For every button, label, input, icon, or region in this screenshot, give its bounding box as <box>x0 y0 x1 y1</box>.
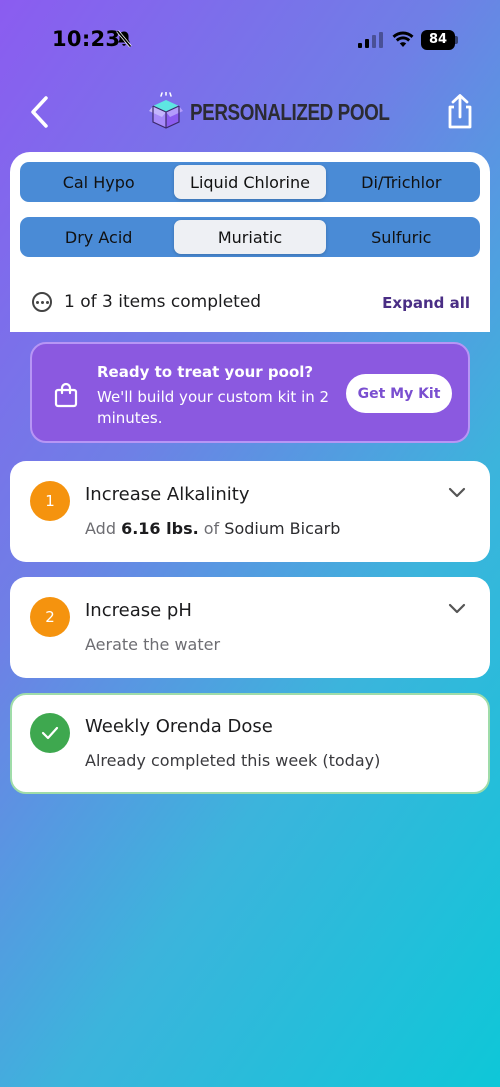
share-icon[interactable] <box>440 92 480 132</box>
chlorine-type-selector: Cal Hypo Liquid Chlorine Di/Trichlor <box>20 162 480 202</box>
tab-muriatic[interactable]: Muriatic <box>174 220 326 254</box>
bell-slash-icon <box>116 30 132 48</box>
battery-indicator: 84 <box>421 30 455 50</box>
tab-sulfuric[interactable]: Sulfuric <box>326 220 477 254</box>
promo-banner: Ready to treat your pool? We'll build yo… <box>30 342 470 443</box>
shopping-bag-icon <box>54 382 78 408</box>
brand-name: PERSONALIZED POOL <box>190 98 390 125</box>
chevron-down-icon[interactable] <box>448 603 466 615</box>
wifi-icon <box>392 31 414 47</box>
more-dots-icon <box>32 292 52 312</box>
battery-tip <box>455 36 458 44</box>
tab-cal-hypo[interactable]: Cal Hypo <box>23 165 174 199</box>
instruction-prefix: Add <box>85 519 116 538</box>
chevron-down-icon[interactable] <box>448 487 466 499</box>
treatment-options-panel: Cal Hypo Liquid Chlorine Di/Trichlor Dry… <box>10 152 490 332</box>
item-title: Weekly Orenda Dose <box>85 716 273 737</box>
expand-all-button[interactable]: Expand all <box>382 294 470 312</box>
instruction-of: of <box>203 519 220 538</box>
progress-row: 1 of 3 items completed <box>32 292 261 312</box>
product-name: Sodium Bicarb <box>224 519 341 538</box>
treatment-item-ph[interactable]: 2 Increase pH Aerate the water <box>10 577 490 678</box>
item-status: Already completed this week (today) <box>85 751 381 770</box>
back-button[interactable] <box>22 92 58 132</box>
tab-liquid-chlorine[interactable]: Liquid Chlorine <box>174 165 326 199</box>
acid-type-selector: Dry Acid Muriatic Sulfuric <box>20 217 480 257</box>
item-instructions: Add 6.16 lbs. of Sodium Bicarb <box>85 519 340 538</box>
get-my-kit-button[interactable]: Get My Kit <box>346 374 452 413</box>
item-title: Increase pH <box>85 600 192 621</box>
dose-amount: 6.16 lbs. <box>121 519 199 538</box>
tab-dry-acid[interactable]: Dry Acid <box>23 220 174 254</box>
item-instructions: Aerate the water <box>85 635 221 654</box>
progress-text: 1 of 3 items completed <box>64 292 262 312</box>
promo-title: Ready to treat your pool? <box>97 363 314 381</box>
promo-body: We'll build your custom kit in 2 minutes… <box>97 388 330 427</box>
step-number-badge: 2 <box>30 597 70 637</box>
cellular-signal-icon <box>358 32 383 48</box>
kit-box-icon <box>149 92 183 129</box>
status-bar: 10:23 84 <box>0 0 500 80</box>
step-number-badge: 1 <box>30 481 70 521</box>
tab-di-trichlor[interactable]: Di/Trichlor <box>326 165 477 199</box>
brand-logo: PERSONALIZED POOL <box>148 92 433 132</box>
treatment-item-weekly-dose[interactable]: Weekly Orenda Dose Already completed thi… <box>10 693 490 794</box>
treatment-item-alkalinity[interactable]: 1 Increase Alkalinity Add 6.16 lbs. of S… <box>10 461 490 562</box>
status-time: 10:23 <box>52 27 121 51</box>
completed-check-icon <box>30 713 70 753</box>
item-title: Increase Alkalinity <box>85 484 250 505</box>
